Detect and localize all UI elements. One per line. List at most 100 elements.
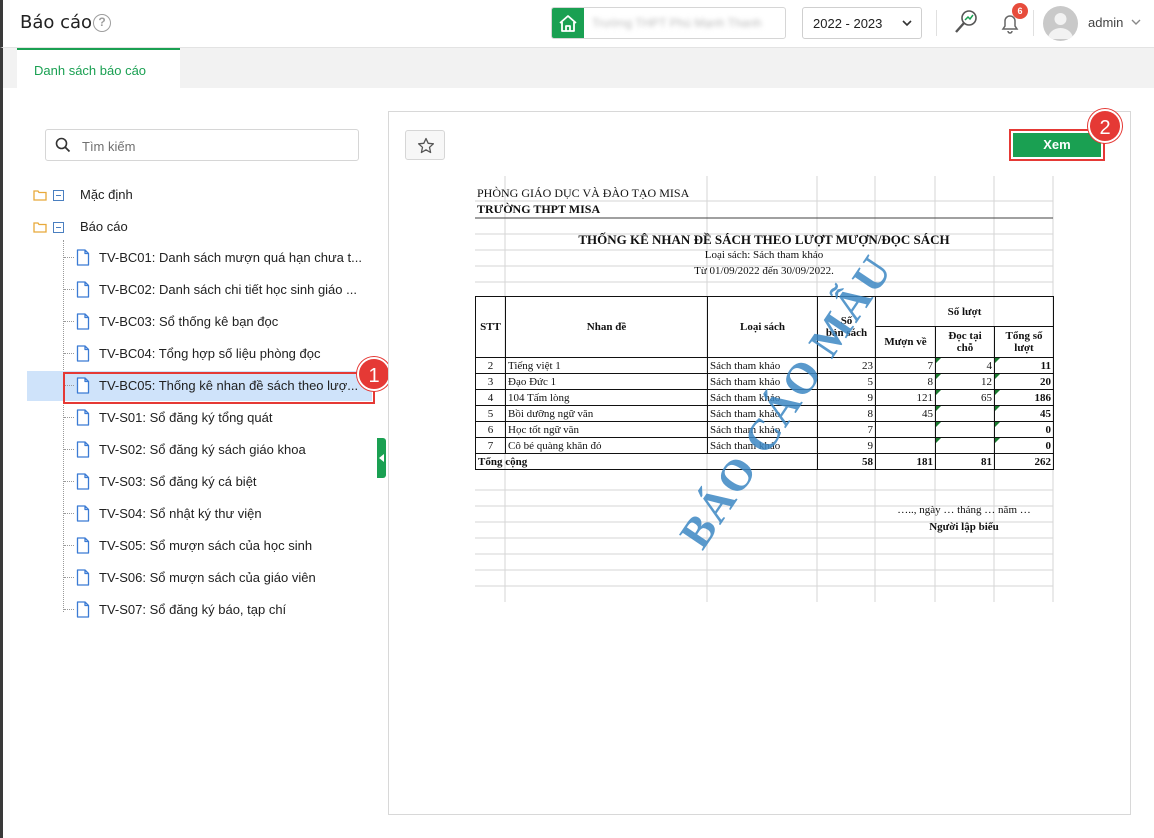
cell-title: Tiếng việt 1 [505,357,708,374]
tree-connector [64,449,74,450]
cell-borrow [875,437,936,454]
star-icon [417,137,435,154]
collapse-icon[interactable] [53,222,64,233]
report-date-line: ….., ngày … tháng … năm … [897,504,1031,516]
col-header-read-line1: Đọc tại [948,330,982,342]
tree-item-report[interactable]: TV-S06: Sổ mượn sách của giáo viên [27,563,372,593]
cell-stt: 4 [475,389,506,406]
cell-comment-marker [936,438,941,443]
tree-item-report[interactable]: TV-S03: Sổ đăng ký cá biệt [27,467,372,497]
tree-item-label: TV-BC03: Sổ thống kê bạn đọc [99,314,279,329]
cell-borrow [875,421,936,438]
cell-title: 104 Tấm lòng [505,389,708,406]
document-icon [76,601,90,623]
col-header-borrow: Mượn về [875,326,936,358]
cell-comment-marker [936,406,941,411]
cell-borrow: 7 [875,357,936,374]
document-icon [76,345,90,367]
folder-icon [33,222,47,233]
cell-comment-marker [936,358,941,363]
school-year-value: 2022 - 2023 [813,16,883,31]
cell-comment-marker [936,390,941,395]
tree-item-report[interactable]: TV-BC03: Sổ thống kê bạn đọc [27,307,372,337]
tree-item-label: TV-BC01: Danh sách mượn quá hạn chưa t..… [99,250,362,265]
cell-stt: 2 [475,357,506,374]
folder-icon [33,190,47,201]
school-year-select[interactable]: 2022 - 2023 [802,7,922,39]
home-icon[interactable] [552,8,584,38]
magnifier-chart-icon[interactable] [951,7,981,37]
report-sheet: PHÒNG GIÁO DỤC VÀ ĐÀO TẠO MISA TRƯỜNG TH… [475,176,1055,602]
cell-copies: 9 [817,437,876,454]
avatar[interactable] [1043,6,1078,41]
cell-borrow: 121 [875,389,936,406]
collapse-icon[interactable] [53,190,64,201]
document-icon [76,537,90,559]
search-input[interactable] [82,136,342,156]
chevron-down-icon[interactable] [1130,16,1142,28]
callout-number-1: 1 [357,357,391,391]
tab-report-list[interactable]: Danh sách báo cáo [17,48,180,88]
help-icon[interactable]: ? [93,14,111,32]
report-org: PHÒNG GIÁO DỤC VÀ ĐÀO TẠO MISA [477,186,690,200]
document-icon [76,505,90,527]
tree-item-label: TV-S03: Sổ đăng ký cá biệt [99,474,257,489]
cell-total: 0 [994,421,1054,438]
tree-connector [64,545,74,546]
cell-comment-marker [995,358,1000,363]
report-title: THỐNG KÊ NHAN ĐỀ SÁCH THEO LƯỢT MƯỢN/ĐỌC… [578,232,950,247]
cell-copies: 9 [817,389,876,406]
document-icon [76,441,90,463]
cell-total: 186 [994,389,1054,406]
cell-title: Học tốt ngữ văn [505,421,708,438]
view-button-label: Xem [1013,133,1101,157]
tree-item-report[interactable]: TV-S02: Sổ đăng ký sách giáo khoa [27,435,372,465]
totals-copies: 58 [817,453,876,470]
report-signer: Người lập biểu [929,521,999,533]
callout-highlight-1 [63,372,375,404]
document-icon [76,473,90,495]
tree-item-report[interactable]: TV-S05: Sổ mượn sách của học sinh [27,531,372,561]
arrow-left-icon [379,454,384,462]
tree-item-label: TV-S04: Sổ nhật ký thư viện [99,506,262,521]
tab-bar: Danh sách báo cáo [0,48,1154,88]
tree-item-report[interactable]: TV-BC01: Danh sách mượn quá hạn chưa t..… [27,243,372,273]
tree-item-report[interactable]: TV-S04: Sổ nhật ký thư viện [27,499,372,529]
report-search[interactable] [45,129,359,161]
cell-stt: 5 [475,405,506,422]
col-header-total-line2: lượt [1014,342,1034,354]
cell-copies: 8 [817,405,876,422]
user-name[interactable]: admin [1088,15,1123,30]
cell-total: 45 [994,405,1054,422]
cell-total: 11 [994,357,1054,374]
cell-copies: 7 [817,421,876,438]
cell-title: Đạo Đức 1 [505,373,708,390]
col-header-title: Nhan đề [505,296,708,358]
tree-connector [64,577,74,578]
document-icon [76,281,90,303]
favorite-button[interactable] [405,130,445,160]
folder-label: Mặc định [80,187,133,202]
table-row: 2 Tiếng việt 1 Sách tham khảo 23 7 4 11 [475,357,1054,374]
tree-item-report[interactable]: TV-S07: Sổ đăng ký báo, tạp chí [27,595,372,625]
cell-read [935,437,995,454]
cell-read: 12 [935,373,995,390]
tree-item-report[interactable]: TV-S01: Sổ đăng ký tổng quát [27,403,372,433]
tree-connector [64,353,74,354]
school-selector[interactable]: Trường THPT Phú Mạnh Thanh [551,7,786,39]
col-header-stt: STT [475,296,506,358]
col-header-total: Tổng số lượt [994,326,1054,358]
totals-borrow: 181 [875,453,936,470]
chevron-down-icon [902,20,912,27]
document-icon [76,409,90,431]
cell-comment-marker [995,438,1000,443]
tree-item-report[interactable]: TV-BC02: Danh sách chi tiết học sinh giá… [27,275,372,305]
cell-read [935,421,995,438]
tree-item-report[interactable]: TV-BC04: Tổng hợp số liệu phòng đọc [27,339,372,369]
cell-comment-marker [995,422,1000,427]
tab-label: Danh sách báo cáo [34,63,147,78]
tree-item-label: TV-BC02: Danh sách chi tiết học sinh giá… [99,282,357,297]
tree-connector [64,257,74,258]
panel-collapse-handle[interactable] [377,438,386,478]
header-divider [1033,10,1034,36]
